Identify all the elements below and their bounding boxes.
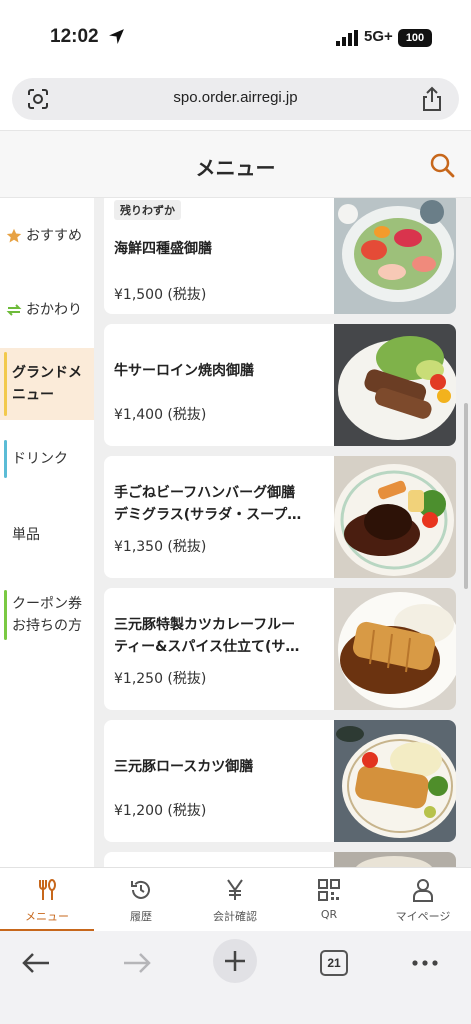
- refresh-icon: [6, 304, 22, 316]
- menu-item-card[interactable]: 手ごねビーフハンバーグ御膳 デミグラス(サラダ・スープ… ¥1,350 (税抜): [104, 456, 456, 578]
- menu-item-name-line1: 三元豚特製カツカレーフルー: [114, 617, 296, 633]
- new-tab-button[interactable]: [213, 939, 257, 983]
- menu-item-name: 海鮮四種盛御膳: [114, 241, 212, 257]
- katsu-curry-photo: [334, 588, 456, 710]
- nav-label: マイページ: [395, 910, 451, 923]
- menu-item-price: ¥1,400 (税抜): [114, 407, 207, 423]
- forward-arrow-icon[interactable]: [114, 941, 158, 985]
- nav-history[interactable]: 履歴: [94, 868, 188, 932]
- menu-item-card[interactable]: 牛サーロイン焼肉御膳 ¥1,400 (税抜): [104, 324, 456, 446]
- nav-label: 会計確認: [213, 910, 257, 923]
- menu-item-price: ¥1,350 (税抜): [114, 539, 207, 555]
- menu-item-price: ¥1,500 (税抜): [114, 287, 207, 303]
- nav-mypage[interactable]: マイページ: [376, 868, 470, 932]
- back-arrow-icon[interactable]: [15, 941, 59, 985]
- category-color-bar: [4, 590, 7, 640]
- search-icon[interactable]: [428, 151, 456, 179]
- nav-qr[interactable]: QR: [282, 868, 376, 932]
- share-icon[interactable]: [421, 86, 443, 112]
- more-icon[interactable]: [403, 941, 447, 985]
- browser-toolbar: 21: [0, 931, 471, 1024]
- tabs-button[interactable]: 21: [320, 950, 348, 976]
- category-color-bar: [4, 440, 7, 478]
- cutlery-icon: [39, 879, 56, 900]
- menu-item-name-line1: 手ごねビーフハンバーグ御膳: [114, 485, 296, 501]
- stock-badge: 残りわずか: [114, 200, 181, 220]
- menu-item-name-line2: デミグラス(サラダ・スープ…: [114, 507, 302, 523]
- scrollbar[interactable]: [464, 403, 468, 589]
- sidebar-item-refill[interactable]: おかわり: [0, 290, 94, 330]
- network-label: 5G+: [364, 28, 393, 45]
- menu-item-name: 牛サーロイン焼肉御膳: [114, 363, 254, 379]
- app-header: メニュー: [0, 130, 471, 198]
- sidebar-item-label-line1: グランドメ: [12, 365, 82, 381]
- plus-icon: [225, 951, 245, 971]
- nav-menu[interactable]: メニュー: [0, 868, 94, 932]
- page-title: メニュー: [195, 156, 276, 180]
- signal-bars-icon: [336, 30, 358, 46]
- person-icon: [413, 879, 433, 902]
- sidebar-item-coupon[interactable]: クーポン券 お持ちの方: [0, 586, 94, 644]
- sidebar-item-label: おかわり: [26, 302, 82, 318]
- menu-item-card[interactable]: 三元豚ロースカツ御膳 ¥1,200 (税抜): [104, 720, 456, 842]
- category-sidebar: おすすめ おかわり グランドメ ニュー ドリンク 単品 クーポン券 お持ちの方: [0, 198, 94, 867]
- sidebar-item-single[interactable]: 単品: [0, 512, 94, 558]
- battery-icon: 100: [398, 29, 432, 47]
- history-icon: [131, 880, 150, 899]
- location-arrow-icon: [109, 29, 124, 44]
- status-time: 12:02: [50, 26, 99, 47]
- menu-item-card[interactable]: 残りわずか 海鮮四種盛御膳 ¥1,500 (税抜): [104, 198, 456, 314]
- bottom-nav: メニュー 履歴 会計確認 QR マイページ: [0, 867, 471, 932]
- menu-item-price: ¥1,200 (税抜): [114, 803, 207, 819]
- sidebar-item-label: ドリンク: [12, 451, 68, 467]
- status-bar: 12:02 5G+ 100: [0, 0, 471, 74]
- nav-label: メニュー: [25, 910, 69, 923]
- beef-sirloin-photo: [334, 324, 456, 446]
- menu-item-name: 三元豚ロースカツ御膳: [114, 759, 254, 775]
- sidebar-item-grand-menu[interactable]: グランドメ ニュー: [0, 348, 94, 420]
- pork-cutlet-photo: [334, 720, 456, 842]
- menu-item-name-line2: ティー&スパイス仕立て(サ…: [114, 639, 300, 655]
- url-text[interactable]: spo.order.airregi.jp: [12, 89, 459, 106]
- qr-icon: [318, 879, 340, 901]
- category-color-bar: [4, 352, 7, 416]
- menu-list[interactable]: 残りわずか 海鮮四種盛御膳 ¥1,500 (税抜) 牛サーロイン焼肉御膳 ¥1,…: [94, 198, 471, 867]
- nav-bill[interactable]: 会計確認: [188, 868, 282, 932]
- sidebar-item-label: 単品: [12, 527, 40, 543]
- star-icon: [6, 228, 22, 243]
- sidebar-item-drink[interactable]: ドリンク: [0, 436, 94, 482]
- menu-item-card[interactable]: 三元豚特製カツカレーフルー ティー&スパイス仕立て(サ… ¥1,250 (税抜): [104, 588, 456, 710]
- menu-item-card[interactable]: [104, 852, 456, 867]
- menu-item-price: ¥1,250 (税抜): [114, 671, 207, 687]
- sidebar-item-label-line2: お持ちの方: [12, 618, 82, 634]
- address-bar[interactable]: spo.order.airregi.jp: [12, 78, 459, 120]
- hamburg-steak-photo: [334, 456, 456, 578]
- menu-item-name: 手ごねビーフハンバーグ御膳 デミグラス(サラダ・スープ…: [114, 482, 336, 526]
- sidebar-item-label-line1: クーポン券: [12, 596, 82, 612]
- sashimi-platter-photo: [334, 198, 456, 314]
- menu-item-name: 三元豚特製カツカレーフルー ティー&スパイス仕立て(サ…: [114, 614, 336, 658]
- yen-icon: [227, 879, 243, 900]
- nav-label: QR: [320, 908, 338, 921]
- sidebar-item-recommended[interactable]: おすすめ: [0, 216, 94, 256]
- menu-item-photo: [334, 852, 456, 867]
- nav-label: 履歴: [130, 910, 152, 923]
- sidebar-item-label-line2: ニュー: [12, 387, 54, 403]
- sidebar-item-label: おすすめ: [26, 228, 82, 244]
